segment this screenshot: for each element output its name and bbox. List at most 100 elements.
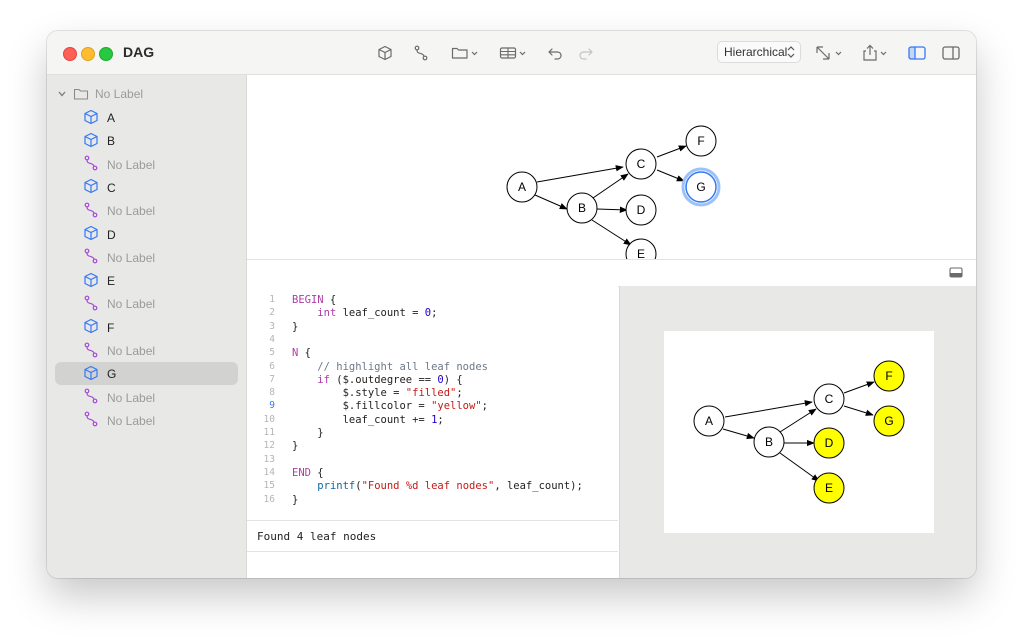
- sidebar-item-edge[interactable]: No Label: [83, 200, 155, 222]
- edge-icon: [83, 411, 99, 430]
- cube-icon: [378, 45, 392, 61]
- cube-icon: [83, 132, 99, 151]
- code-text: printf("Found %d leaf nodes", leaf_count…: [292, 480, 583, 492]
- cube-icon: [83, 318, 99, 337]
- code-token: leaf_count =: [336, 307, 425, 320]
- result-node-d: D: [813, 427, 845, 459]
- code-token: }: [292, 320, 299, 333]
- sidebar-item-node[interactable]: F: [83, 317, 114, 339]
- sidebar-item-edge[interactable]: No Label: [83, 387, 155, 409]
- sidebar-item-node[interactable]: B: [83, 130, 115, 152]
- node-f[interactable]: F: [685, 125, 717, 157]
- table-icon: [499, 47, 526, 59]
- toggle-right-sidebar-button[interactable]: [942, 43, 960, 63]
- line-number: 4: [269, 333, 275, 345]
- edge-icon: [83, 202, 99, 221]
- code-token: "yellow": [431, 400, 482, 413]
- up-down-chevron-icon: [787, 46, 795, 58]
- code-token: }: [292, 427, 324, 439]
- code-token: {: [310, 466, 324, 479]
- edge-b-e[interactable]: [591, 219, 632, 246]
- result-node-g: G: [873, 405, 905, 437]
- code-text: // highlight all leaf nodes: [292, 361, 488, 373]
- node-a-label: A: [518, 180, 526, 194]
- add-node-button[interactable]: [376, 43, 394, 63]
- edge-b-d[interactable]: [596, 206, 628, 213]
- add-edge-button[interactable]: [412, 43, 430, 63]
- sidebar-item-label: No Label: [107, 204, 156, 219]
- redo-button[interactable]: [577, 43, 595, 63]
- edge-a-b[interactable]: [534, 194, 568, 210]
- graph-nodes: A B C D E F G: [506, 125, 721, 270]
- console-toggle-icon[interactable]: [949, 267, 963, 278]
- code-token: , leaf_count);: [494, 480, 583, 493]
- edge-c-g[interactable]: [656, 169, 685, 182]
- graph-svg: A B C D E F G: [506, 125, 721, 270]
- sidebar-item-label: D: [107, 227, 116, 242]
- node-g[interactable]: G: [681, 167, 721, 207]
- sidebar-item-node[interactable]: D: [83, 224, 116, 246]
- sidebar-item-node[interactable]: E: [83, 270, 115, 292]
- chevron-down-icon[interactable]: [57, 89, 67, 99]
- line-number: 6: [269, 360, 275, 372]
- add-cluster-button[interactable]: [451, 43, 479, 63]
- titlebar: DAG Hierarchical: [47, 31, 976, 75]
- node-c[interactable]: C: [625, 148, 657, 180]
- window-title: DAG: [123, 44, 155, 60]
- node-b[interactable]: B: [566, 192, 598, 224]
- minimize-window-button[interactable]: [81, 47, 95, 61]
- share-menu-button[interactable]: [862, 43, 890, 63]
- layout-select[interactable]: Hierarchical: [717, 41, 801, 63]
- code-token: ($.outdegree ==: [329, 373, 438, 386]
- code-token: $.fillcolor =: [292, 400, 432, 413]
- node-d-label: D: [637, 203, 646, 217]
- undo-button[interactable]: [546, 43, 564, 63]
- edge-icon: [83, 248, 99, 267]
- code-token: "Found %d leaf nodes": [361, 480, 495, 493]
- sidebar-item-edge[interactable]: No Label: [83, 340, 155, 362]
- result-edge-a-b: [722, 428, 755, 440]
- node-a[interactable]: A: [506, 171, 538, 203]
- code-text: }: [292, 440, 298, 452]
- sidebar-item-label: F: [107, 320, 115, 335]
- line-number: 16: [263, 493, 275, 505]
- zoom-window-button[interactable]: [99, 47, 113, 61]
- code-token: $.style =: [292, 387, 406, 400]
- sidebar-root-graph[interactable]: No Label: [57, 83, 143, 105]
- result-node-b: B: [753, 426, 785, 458]
- sidebar-item-edge[interactable]: No Label: [83, 410, 155, 432]
- code-text: if ($.outdegree == 0) {: [292, 373, 462, 386]
- close-window-button[interactable]: [63, 47, 77, 61]
- code-token: leaf_count +=: [292, 413, 432, 426]
- console-output: Found 4 leaf nodes: [247, 520, 618, 552]
- node-e-label: E: [637, 247, 645, 259]
- sidebar-item-node[interactable]: C: [83, 177, 116, 199]
- script-editor[interactable]: 1 BEGIN {2 int leaf_count = 0; 3} 4 5 N {6 //…: [247, 286, 618, 520]
- cube-icon: [83, 272, 99, 291]
- line-number: 11: [263, 427, 275, 438]
- result-node-e: E: [813, 472, 845, 504]
- node-c-label: C: [637, 157, 646, 171]
- node-e[interactable]: E: [625, 238, 657, 270]
- table-menu-button[interactable]: [499, 43, 527, 63]
- sidebar-item-edge[interactable]: No Label: [83, 247, 155, 269]
- graph-canvas[interactable]: A B C D E F G: [247, 75, 976, 270]
- resize-menu-button[interactable]: [815, 43, 845, 63]
- sidebar-item-edge[interactable]: No Label: [83, 293, 155, 315]
- edge-c-f[interactable]: [656, 145, 687, 158]
- edge-a-c[interactable]: [536, 165, 624, 183]
- edge-b-c[interactable]: [592, 173, 629, 199]
- result-node-c-label: C: [825, 392, 834, 406]
- edge-icon: [83, 342, 99, 361]
- sidebar-item-label: E: [107, 274, 116, 289]
- sidebar-item-node[interactable]: A: [83, 107, 115, 129]
- sidebar-item-edge[interactable]: No Label: [83, 154, 155, 176]
- cube-icon: [83, 365, 99, 384]
- sidebar-item-node[interactable]: G: [83, 363, 116, 385]
- right-sidebar-icon: [942, 46, 960, 60]
- graph-edges: [534, 145, 687, 246]
- toggle-left-sidebar-button[interactable]: [908, 43, 926, 63]
- node-d[interactable]: D: [625, 194, 657, 226]
- layout-select-value: Hierarchical: [724, 45, 788, 59]
- code-text: }: [292, 494, 298, 506]
